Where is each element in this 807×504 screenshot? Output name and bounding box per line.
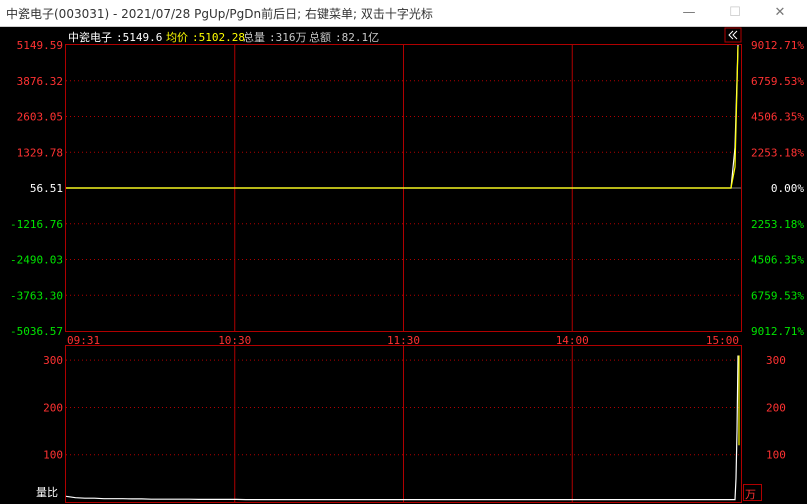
- time-tick: 10:30: [218, 334, 251, 347]
- price-tick-left: 3876.32: [17, 75, 63, 88]
- percent-tick-right: 2253.18%: [751, 146, 804, 159]
- percent-tick-right: 2253.18%: [751, 218, 804, 231]
- double-chevron-left-icon[interactable]: [724, 27, 742, 43]
- price-axis-right: 9012.71% 6759.53% 4506.35% 2253.18% 0.00% 225…: [751, 39, 804, 338]
- volume-ratio-series: [65, 355, 740, 501]
- price-tick-left: 1329.78: [17, 146, 63, 159]
- volume-tick-right: 200: [766, 401, 786, 414]
- volume-tick-left: 200: [43, 401, 63, 414]
- percent-tick-right: 9012.71%: [751, 325, 804, 338]
- price-tick-left: 5149.59: [17, 39, 63, 52]
- volume-tick-left: 100: [43, 449, 63, 462]
- volume-axis-left: 300 200 100: [43, 354, 63, 462]
- volume-tick-left: 300: [43, 354, 63, 367]
- price-tick-left: -2490.03: [10, 254, 63, 267]
- price-tick-left: -1216.76: [10, 218, 63, 231]
- amount-label: 总额: [309, 30, 331, 44]
- percent-tick-right: 4506.35%: [751, 254, 804, 267]
- window-title: 中瓷电子(003031) - 2021/07/28 PgUp/PgDn前后日; …: [6, 7, 433, 21]
- avg-price-value: :5102.28: [192, 31, 245, 44]
- price-tick-left: -5036.57: [10, 325, 63, 338]
- time-tick: 09:31: [67, 334, 100, 347]
- volume-label: 总量: [243, 30, 265, 44]
- stock-price: :5149.6: [116, 31, 162, 44]
- volume-tick-right: 300: [766, 354, 786, 367]
- avg-price-line: [66, 46, 739, 189]
- amount-value: :82.1亿: [335, 31, 379, 44]
- price-tick-left: -3763.30: [10, 289, 63, 302]
- volume-axis-right: 300 200 100: [766, 354, 786, 462]
- time-tick: 14:00: [556, 334, 589, 347]
- volume-unit-label: 万: [745, 488, 756, 501]
- volume-ratio-line: [65, 355, 739, 501]
- price-tick-left: 2603.05: [17, 111, 63, 124]
- percent-tick-right: 9012.71%: [751, 39, 804, 52]
- minimize-icon[interactable]: —: [675, 2, 703, 24]
- price-axis-left: 5149.59 3876.32 2603.05 1329.78 56.51 -1216.7…: [10, 39, 63, 338]
- percent-tick-right: 6759.53%: [751, 289, 804, 302]
- time-tick: 15:00: [706, 334, 739, 347]
- price-tick-left: 56.51: [30, 182, 63, 195]
- volume-tick-right: 100: [766, 449, 786, 462]
- maximize-icon[interactable]: ☐: [721, 2, 749, 24]
- volume-grid: [66, 346, 741, 502]
- chart-area[interactable]: 中瓷电子 :5149.6 均价 :5102.28 总量 :316万 总额 :82…: [0, 26, 807, 504]
- percent-tick-right: 6759.53%: [751, 75, 804, 88]
- volume-ratio-label: 量比: [36, 486, 58, 499]
- percent-tick-right: 0.00%: [771, 182, 804, 195]
- percent-tick-right: 4506.35%: [751, 111, 804, 124]
- volume-value: :316万: [269, 31, 307, 44]
- close-icon[interactable]: ✕: [766, 2, 794, 24]
- time-tick: 11:30: [387, 334, 420, 347]
- avg-price-label: 均价: [166, 31, 188, 44]
- window-titlebar: 中瓷电子(003031) - 2021/07/28 PgUp/PgDn前后日; …: [0, 0, 807, 27]
- stock-name: 中瓷电子: [68, 30, 112, 44]
